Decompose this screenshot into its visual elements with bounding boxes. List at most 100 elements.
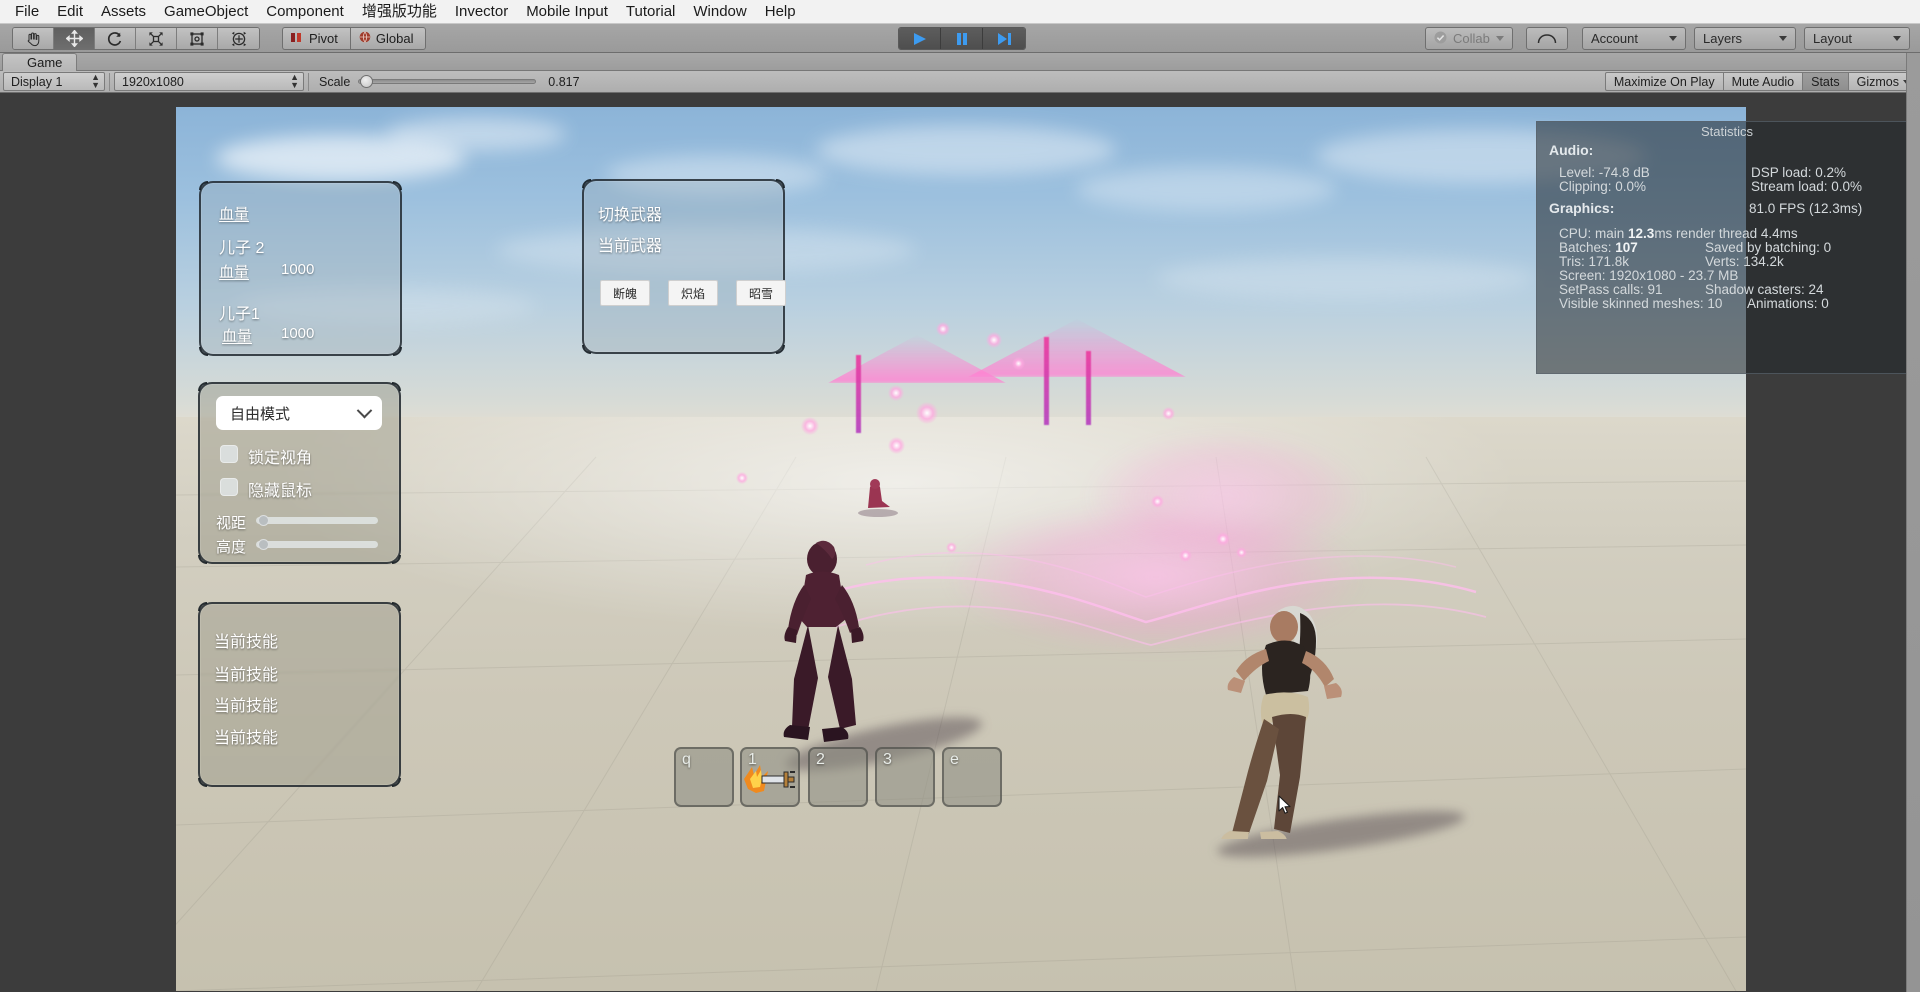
distance-label: 视距 (216, 515, 247, 532)
skill-item-0[interactable]: 当前技能 (214, 628, 278, 652)
menu-item-file[interactable]: File (6, 0, 48, 23)
pause-button[interactable] (941, 28, 983, 49)
hand-tool-button[interactable] (13, 28, 54, 49)
display-selector[interactable]: Display 1 ▲ ▼ (3, 72, 105, 91)
health-entry-label: 血量 (219, 264, 250, 281)
screen-readout: Screen: 1920x1080 - 23.7 MB (1559, 268, 1739, 283)
scale-slider-thumb[interactable] (360, 75, 374, 88)
cloud (386, 117, 566, 151)
weapon-panel: 切换武器 当前武器 断魄 炽焰 昭雪 (582, 179, 786, 354)
pivot-label: Pivot (309, 31, 338, 46)
rotate-icon (107, 31, 122, 46)
menu-item-assets[interactable]: Assets (92, 0, 155, 23)
lock-view-label: 锁定视角 (248, 450, 313, 467)
menu-item-gameobject[interactable]: GameObject (155, 0, 257, 23)
cloud (1156, 257, 1536, 299)
cloud (816, 125, 1116, 175)
menu-item-component[interactable]: Component (257, 0, 353, 23)
fx-spark (936, 322, 950, 336)
weapon-button-1[interactable]: 炽焰 (668, 280, 718, 306)
hotbar-slot-0[interactable]: q (674, 747, 734, 807)
rect-tool-button[interactable] (177, 28, 218, 49)
hide-cursor-checkbox[interactable] (220, 478, 238, 496)
gizmos-label: Gizmos (1856, 74, 1899, 89)
global-label: Global (375, 31, 414, 46)
rotate-tool-button[interactable] (95, 28, 136, 49)
mute-audio-button[interactable]: Mute Audio (1722, 72, 1804, 91)
hotbar-slot-4[interactable]: e (942, 747, 1002, 807)
tab-game[interactable]: Game (2, 53, 78, 71)
tab-strip: Game (0, 53, 1920, 71)
updown-icon: ▲ ▼ (91, 72, 100, 90)
collab-label: Collab (1453, 31, 1490, 46)
layout-label: Layout (1813, 31, 1853, 46)
collab-button[interactable]: Collab (1425, 27, 1513, 50)
global-toggle[interactable]: Global (349, 27, 427, 50)
game-view[interactable]: 血量 儿子 2 血量 1000 儿子1 血量 1000 切换武器 当前武器 断魄… (176, 107, 1746, 991)
menu-item-invector[interactable]: Invector (446, 0, 517, 23)
fx-spark (888, 385, 904, 401)
hotbar-slot-1[interactable]: 1 (740, 747, 800, 807)
height-slider-knob[interactable] (258, 539, 270, 550)
hotbar-slot-2[interactable]: 2 (808, 747, 868, 807)
layers-button[interactable]: Layers (1694, 27, 1796, 50)
weapon-panel-title: 切换武器 (598, 207, 663, 224)
move-tool-button[interactable] (54, 28, 95, 49)
right-scroll-rail[interactable] (1906, 53, 1920, 992)
health-panel: 血量 儿子 2 血量 1000 儿子1 血量 1000 (199, 181, 402, 356)
mouse-cursor (1278, 795, 1291, 814)
transform-icon (231, 31, 246, 46)
fx-spark (801, 417, 819, 435)
fx-spark (1236, 547, 1247, 558)
lock-view-checkbox[interactable] (220, 445, 238, 463)
step-button[interactable] (983, 28, 1025, 49)
scale-icon (149, 31, 163, 46)
camera-panel: 自由模式 锁定视角 隐藏鼠标 视距 高度 (198, 382, 401, 564)
skill-item-3[interactable]: 当前技能 (214, 724, 278, 748)
fx-spark (946, 542, 957, 553)
hotbar-slot-key: 2 (816, 751, 825, 768)
pivot-toggle[interactable]: Pivot (282, 27, 350, 50)
fps-readout: 81.0 FPS (12.3ms) (1749, 201, 1863, 216)
health-entry-value: 1000 (281, 261, 315, 278)
menu-bar: File Edit Assets GameObject Component 增强… (0, 0, 1920, 24)
weapon-button-2[interactable]: 昭雪 (736, 280, 786, 306)
cloud-icon (1537, 31, 1557, 47)
play-button[interactable] (899, 28, 941, 49)
hotbar-slot-key: 3 (883, 751, 892, 768)
menu-item-tutorial[interactable]: Tutorial (617, 0, 684, 23)
scale-value: 0.817 (548, 74, 580, 89)
maximize-on-play-button[interactable]: Maximize On Play (1604, 72, 1724, 91)
menu-item-enhanced[interactable]: 增强版功能 (353, 0, 446, 23)
menu-item-mobile-input[interactable]: Mobile Input (517, 0, 617, 23)
layers-label: Layers (1703, 31, 1743, 46)
transform-tool-button[interactable] (218, 28, 259, 49)
scale-slider[interactable] (358, 75, 537, 88)
cloud-button[interactable] (1526, 27, 1568, 50)
audio-dsp-load: DSP load: 0.2% (1751, 165, 1847, 180)
graphics-header: Graphics: (1549, 200, 1615, 216)
hotbar-slot-3[interactable]: 3 (875, 747, 935, 807)
distance-slider[interactable] (256, 515, 378, 526)
flame-sword-icon (744, 765, 795, 793)
stats-button[interactable]: Stats (1802, 72, 1849, 91)
game-toolbar-right: Maximize On Play Mute Audio Stats Gizmos (1604, 72, 1920, 91)
account-button[interactable]: Account (1582, 27, 1686, 50)
resolution-selector[interactable]: 1920x1080 ▲ ▼ (114, 72, 304, 91)
height-slider[interactable] (256, 539, 378, 550)
skill-item-1[interactable]: 当前技能 (214, 661, 278, 685)
skill-item-2[interactable]: 当前技能 (214, 692, 278, 716)
camera-mode-dropdown[interactable]: 自由模式 (216, 396, 382, 430)
layout-button[interactable]: Layout (1804, 27, 1910, 50)
menu-item-edit[interactable]: Edit (48, 0, 92, 23)
scale-tool-button[interactable] (136, 28, 177, 49)
pause-icon (956, 32, 967, 45)
menu-item-help[interactable]: Help (756, 0, 805, 23)
statistics-title: Statistics (1700, 124, 1753, 139)
batches-readout: Batches: 107 (1559, 240, 1638, 255)
weapon-button-0[interactable]: 断魄 (600, 280, 650, 306)
current-weapon-label: 当前武器 (598, 238, 663, 255)
game-view-container: 血量 儿子 2 血量 1000 儿子1 血量 1000 切换武器 当前武器 断魄… (0, 93, 1920, 992)
distance-slider-knob[interactable] (258, 515, 270, 526)
menu-item-window[interactable]: Window (684, 0, 755, 23)
